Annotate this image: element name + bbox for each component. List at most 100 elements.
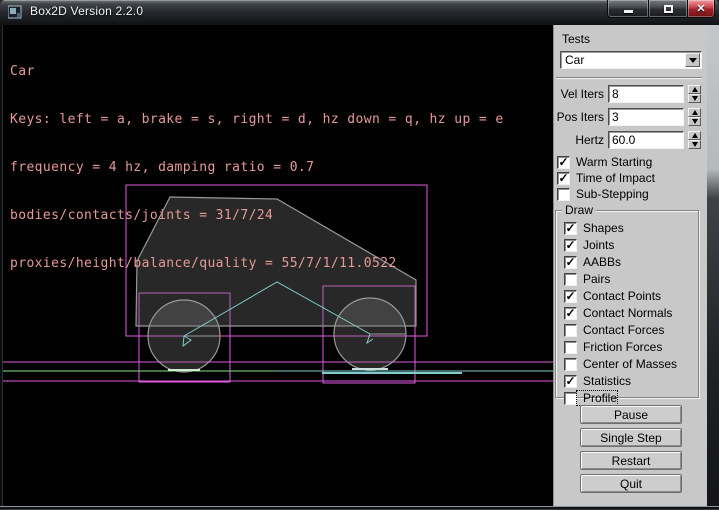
control-panel: Tests Car Vel ItersPos ItersHertz ✓Warm … xyxy=(553,25,707,506)
spin-down-icon xyxy=(692,96,698,101)
restart-button[interactable]: Restart xyxy=(580,451,682,470)
checkbox-aabbs[interactable]: ✓AABBs xyxy=(564,255,698,269)
single-step-button[interactable]: Single Step xyxy=(580,428,682,447)
checkbox-friction-forces[interactable]: Friction Forces xyxy=(564,340,698,354)
checkbox-label-friction-forces: Friction Forces xyxy=(577,340,662,354)
spin-down-icon xyxy=(692,119,698,124)
checkbox-joints[interactable]: ✓Joints xyxy=(564,238,698,252)
checkbox-center-of-masses[interactable]: Center of Masses xyxy=(564,357,698,371)
window-title: Box2D Version 2.2.0 xyxy=(30,4,143,18)
app-window: Box2D Version 2.2.0 ✕ xyxy=(0,0,719,510)
checkbox-contact-forces[interactable]: Contact Forces xyxy=(564,323,698,337)
checkbox-label-aabbs: AABBs xyxy=(577,255,621,269)
checkbox-label-joints: Joints xyxy=(577,238,614,252)
debug-text-line: Car xyxy=(10,64,504,80)
simulation-canvas[interactable]: Car Keys: left = a, brake = s, right = d… xyxy=(3,25,553,506)
checkbox-box-profile[interactable] xyxy=(564,392,577,405)
tests-dropdown-button[interactable] xyxy=(685,53,700,67)
checkbox-label-time-of-impact: Time of Impact xyxy=(570,171,655,185)
titlebar[interactable]: Box2D Version 2.2.0 ✕ xyxy=(0,0,719,25)
app-icon-image xyxy=(8,5,23,19)
app-icon xyxy=(8,5,23,19)
checkbox-profile[interactable]: Profile xyxy=(564,391,698,405)
checkbox-label-profile: Profile xyxy=(577,391,617,405)
checkbox-label-shapes: Shapes xyxy=(577,221,624,235)
checkbox-shapes[interactable]: ✓Shapes xyxy=(564,221,698,235)
pos-iters-input[interactable] xyxy=(608,108,684,126)
checkbox-box-statistics[interactable]: ✓ xyxy=(564,375,577,388)
hertz-spin-down-button[interactable] xyxy=(688,140,701,149)
vel-iters-spinner-buttons xyxy=(688,85,701,103)
draw-group-title: Draw xyxy=(562,203,596,217)
vel-iters-input[interactable] xyxy=(608,85,684,103)
pos-iters-spin-up-button[interactable] xyxy=(688,108,701,117)
hertz-spin-up-button[interactable] xyxy=(688,131,701,140)
pos-iters-spinner-buttons xyxy=(688,108,701,126)
checkbox-box-contact-normals[interactable]: ✓ xyxy=(564,307,577,320)
spinner-row-pos-iters: Pos Iters xyxy=(554,108,682,126)
contact-points xyxy=(168,369,388,370)
window-controls: ✕ xyxy=(607,0,715,18)
checkbox-label-center-of-masses: Center of Masses xyxy=(577,357,677,371)
checkbox-contact-points[interactable]: ✓Contact Points xyxy=(564,289,698,303)
ground-edges xyxy=(3,371,553,373)
pos-iters-spin-down-button[interactable] xyxy=(688,117,701,126)
spinner-row-hertz: Hertz xyxy=(554,131,682,149)
hertz-spinner-buttons xyxy=(688,131,701,149)
tests-label: Tests xyxy=(562,32,590,46)
draw-group: Draw ✓Shapes✓Joints✓AABBsPairs✓Contact P… xyxy=(555,210,699,398)
quit-button[interactable]: Quit xyxy=(580,474,682,493)
checkbox-label-sub-stepping: Sub-Stepping xyxy=(570,187,649,201)
maximize-icon xyxy=(664,5,673,13)
checkbox-time-of-impact[interactable]: ✓Time of Impact xyxy=(557,171,655,185)
debug-text-line: Keys: left = a, brake = s, right = d, hz… xyxy=(10,112,504,128)
checkbox-box-joints[interactable]: ✓ xyxy=(564,239,577,252)
debug-text-line: bodies/contacts/joints = 31/7/24 xyxy=(10,208,504,224)
debug-text-line: frequency = 4 hz, damping ratio = 0.7 xyxy=(10,160,504,176)
spinner-label-pos-iters: Pos Iters xyxy=(554,110,606,124)
checkbox-box-contact-points[interactable]: ✓ xyxy=(564,290,577,303)
separator xyxy=(556,77,702,79)
checkbox-label-contact-points: Contact Points xyxy=(577,289,661,303)
checkbox-box-pairs[interactable] xyxy=(564,273,577,286)
hertz-input[interactable] xyxy=(608,131,684,149)
checkbox-box-sub-stepping[interactable] xyxy=(557,188,570,201)
checkbox-box-time-of-impact[interactable]: ✓ xyxy=(557,172,570,185)
checkbox-box-warm-starting[interactable]: ✓ xyxy=(557,156,570,169)
close-button[interactable]: ✕ xyxy=(688,0,715,18)
checkbox-label-warm-starting: Warm Starting xyxy=(570,155,652,169)
maximize-button[interactable] xyxy=(648,0,688,18)
frame-right-border xyxy=(707,25,719,506)
checkbox-box-aabbs[interactable]: ✓ xyxy=(564,256,577,269)
pause-button[interactable]: Pause xyxy=(580,405,682,424)
vel-iters-spin-up-button[interactable] xyxy=(688,85,701,94)
checkbox-box-shapes[interactable]: ✓ xyxy=(564,222,577,235)
checkbox-label-contact-normals: Contact Normals xyxy=(577,306,672,320)
spin-up-icon xyxy=(692,133,698,138)
spin-up-icon xyxy=(692,87,698,92)
checkbox-box-friction-forces[interactable] xyxy=(564,341,577,354)
checkbox-label-pairs: Pairs xyxy=(577,272,610,286)
checkbox-box-contact-forces[interactable] xyxy=(564,324,577,337)
minimize-button[interactable] xyxy=(607,0,648,18)
debug-text-block: Car Keys: left = a, brake = s, right = d… xyxy=(10,32,504,304)
checkbox-sub-stepping[interactable]: Sub-Stepping xyxy=(557,187,649,201)
frame-bottom-border xyxy=(0,506,719,510)
spinner-row-vel-iters: Vel Iters xyxy=(554,85,682,103)
spinner-label-hertz: Hertz xyxy=(554,133,606,147)
checkbox-statistics[interactable]: ✓Statistics xyxy=(564,374,698,388)
checkbox-contact-normals[interactable]: ✓Contact Normals xyxy=(564,306,698,320)
vel-iters-spin-down-button[interactable] xyxy=(688,94,701,103)
minimize-icon xyxy=(624,10,633,13)
checkbox-warm-starting[interactable]: ✓Warm Starting xyxy=(557,155,652,169)
checkbox-label-statistics: Statistics xyxy=(577,374,631,388)
chevron-down-icon xyxy=(689,58,697,63)
debug-text-line: proxies/height/balance/quality = 55/7/1/… xyxy=(10,256,504,272)
checkbox-label-contact-forces: Contact Forces xyxy=(577,323,664,337)
spinner-label-vel-iters: Vel Iters xyxy=(554,87,606,101)
close-icon: ✕ xyxy=(696,2,705,15)
checkbox-pairs[interactable]: Pairs xyxy=(564,272,698,286)
checkbox-box-center-of-masses[interactable] xyxy=(564,358,577,371)
tests-dropdown[interactable]: Car xyxy=(560,51,702,69)
window-content: Car Keys: left = a, brake = s, right = d… xyxy=(0,25,719,506)
